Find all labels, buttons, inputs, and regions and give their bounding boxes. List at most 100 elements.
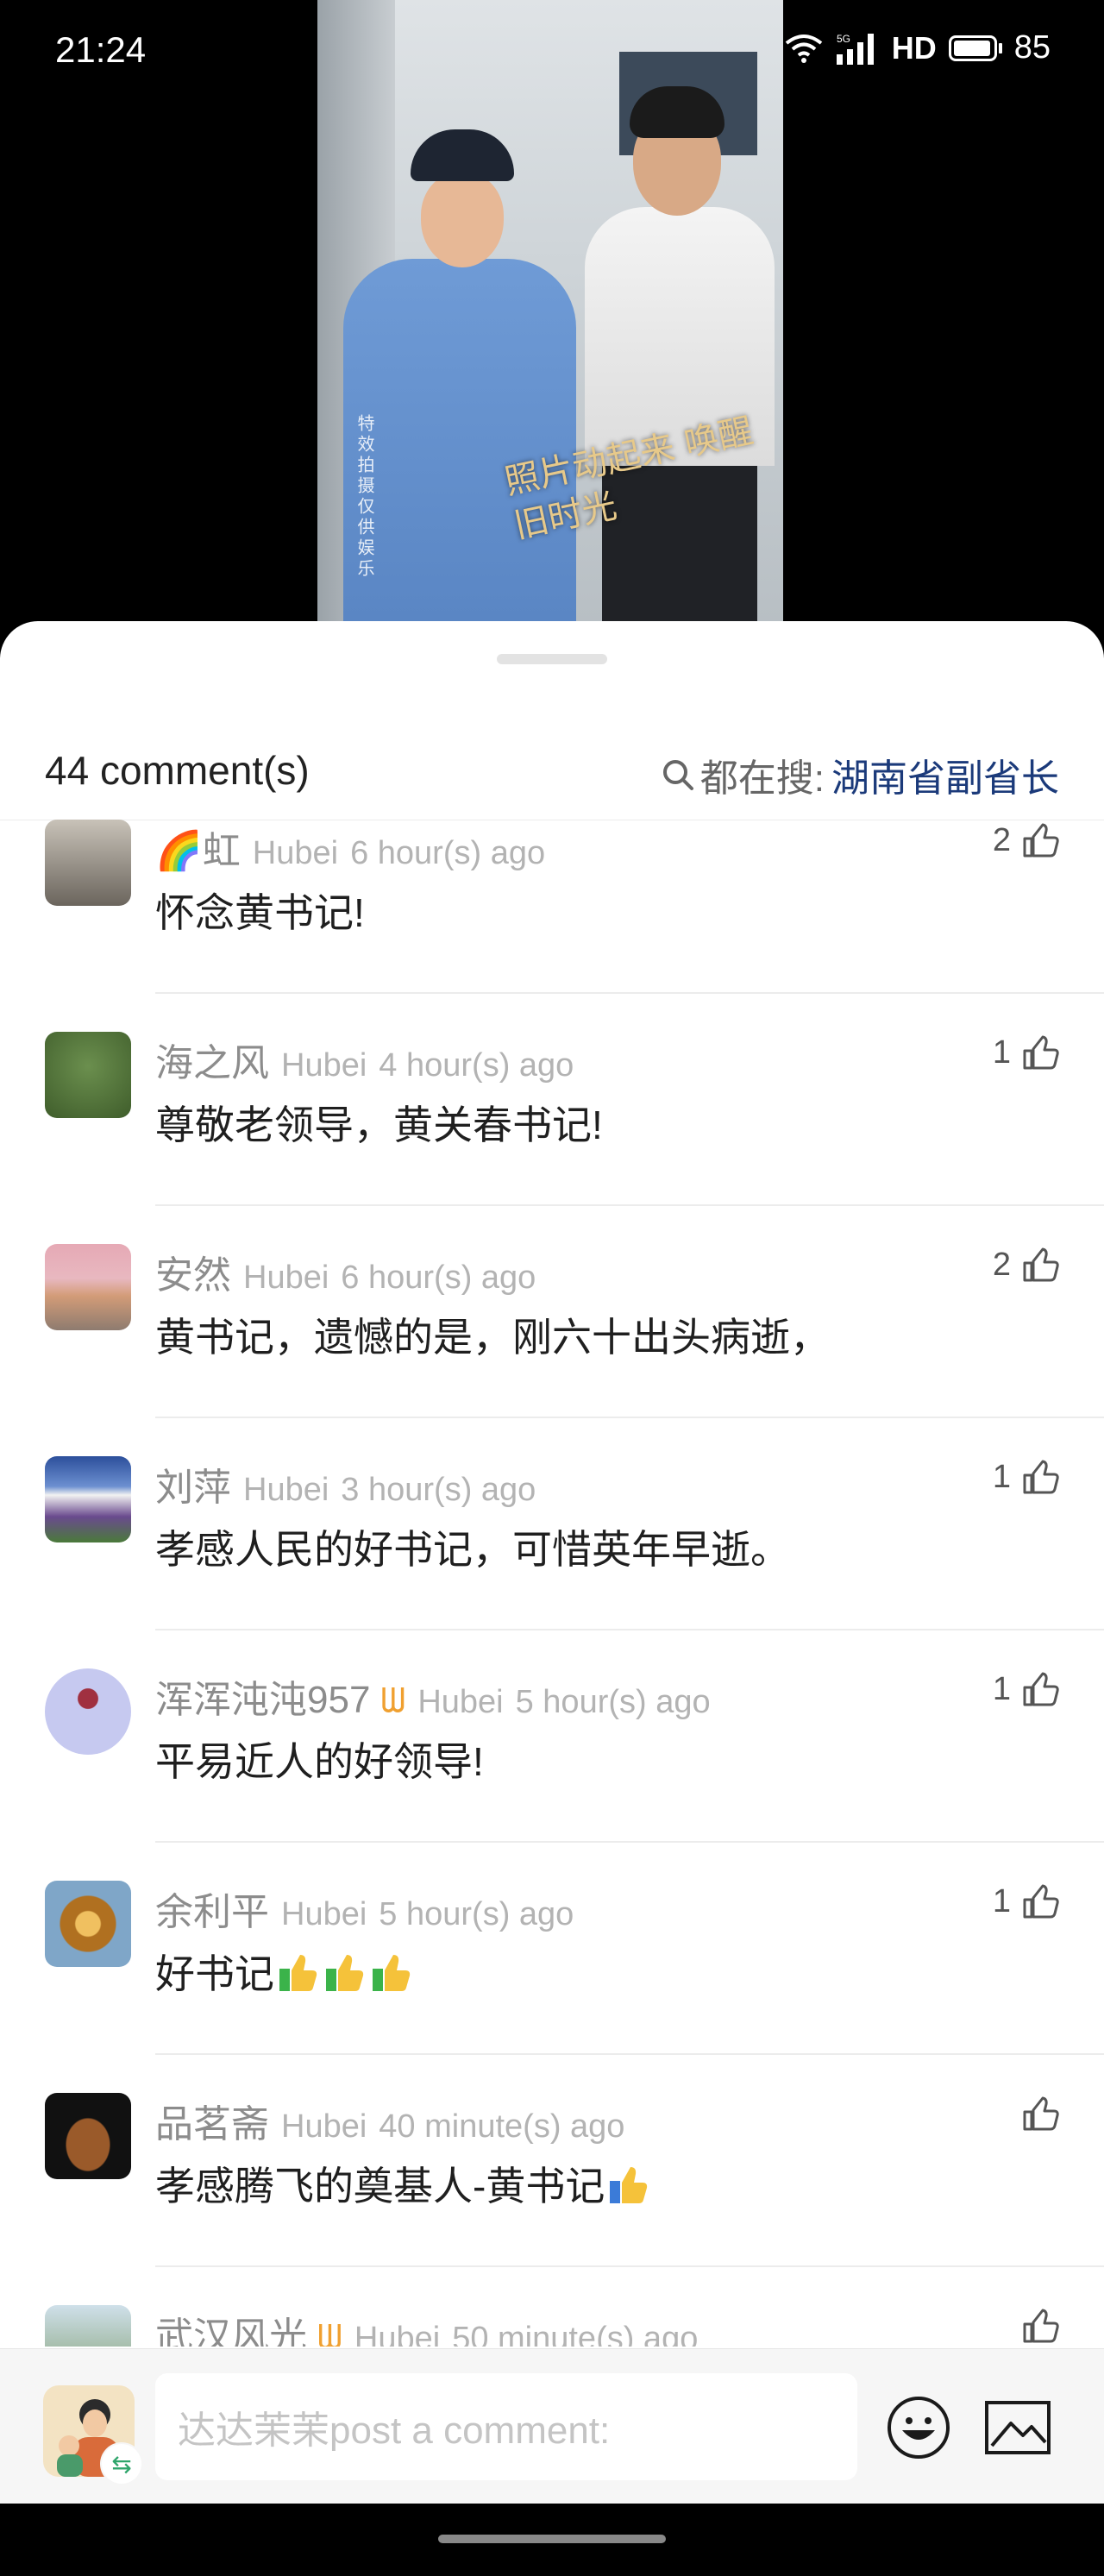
comment-count: 44 comment(s) [45, 748, 310, 793]
comment-location: Hubei [281, 1896, 367, 1932]
status-bar: 21:24 5G HD 85 [0, 0, 1104, 104]
comment-item[interactable]: 浑浑沌沌957 ᗯ Hubei 5 hour(s) ago 1 平易近人的好领导… [0, 1630, 1104, 1843]
like-button[interactable] [1021, 2095, 1059, 2133]
like-button[interactable] [1021, 2307, 1059, 2345]
thumbs-up-icon [1023, 2309, 1059, 2343]
comment-text: 平易近人的好领导! [155, 1739, 484, 1784]
comment-meta: 海之风 Hubei 4 hour(s) ago [155, 1032, 574, 1087]
battery-icon [948, 35, 997, 61]
thumbs-up-emoji-icon [279, 1955, 317, 1991]
avatar[interactable] [45, 1881, 131, 1967]
comment-text: 怀念黄书记! [155, 890, 365, 935]
video-vertical-caption: 特效拍摄仅供娱乐 [354, 414, 373, 580]
emoji-icon[interactable] [885, 2394, 952, 2461]
status-time: 21:24 [55, 29, 147, 70]
like-button[interactable]: 1 [993, 1670, 1059, 1708]
thumbs-up-icon [1023, 2096, 1059, 2131]
comment-text: 尊敬老领导，黄关春书记! [155, 1103, 603, 1147]
comment-author[interactable]: 武汉风光 [155, 2305, 307, 2347]
like-button[interactable]: 2 [993, 821, 1059, 859]
hot-search-label: 都在搜: [699, 757, 825, 800]
hd-badge: HD [891, 29, 937, 66]
comment-author[interactable]: 余利平 [155, 1881, 269, 1936]
signal-icon: 5G [836, 33, 874, 65]
comment-text-row: 好书记 [155, 1943, 414, 2000]
home-indicator[interactable] [438, 2535, 666, 2543]
comment-meta: 🌈虹 Hubei 6 hour(s) ago [155, 820, 545, 875]
like-button[interactable]: 1 [993, 1882, 1059, 1920]
avatar[interactable] [45, 1456, 131, 1542]
avatar[interactable] [45, 820, 131, 906]
vip-badge-icon: ᗯ [317, 2319, 342, 2347]
thumbs-up-icon [1023, 823, 1059, 858]
comment-meta: 浑浑沌沌957 ᗯ Hubei 5 hour(s) ago [155, 1668, 711, 1724]
comment-input-bar: ⇆ 达达茉茉post a comment: [0, 2348, 1104, 2504]
comment-meta: 安然 Hubei 6 hour(s) ago [155, 1244, 536, 1299]
comment-item[interactable]: 🌈虹 Hubei 6 hour(s) ago 2 怀念黄书记! [0, 820, 1104, 994]
thumbs-up-icon [1023, 1884, 1059, 1919]
status-icons: 5G HD 85 [785, 29, 1051, 66]
avatar[interactable] [45, 2305, 131, 2347]
comment-item[interactable]: 余利平 Hubei 5 hour(s) ago 1 好书记 [0, 1843, 1104, 2055]
sheet-drag-handle[interactable] [497, 654, 607, 664]
comment-time: 40 minute(s) ago [379, 2108, 625, 2145]
comment-author[interactable]: 海之风 [155, 1032, 269, 1087]
comment-item[interactable]: 品茗斋 Hubei 40 minute(s) ago 孝感腾飞的奠基人-黄书记 [0, 2055, 1104, 2267]
comment-time: 6 hour(s) ago [341, 1260, 536, 1296]
comment-item[interactable]: 海之风 Hubei 4 hour(s) ago 1 尊敬老领导，黄关春书记! [0, 994, 1104, 1206]
like-button[interactable]: 2 [993, 1246, 1059, 1284]
like-count: 1 [992, 1458, 1011, 1495]
avatar[interactable] [45, 1244, 131, 1330]
comment-location: Hubei [243, 1472, 329, 1508]
thumbs-up-icon [1023, 1672, 1059, 1706]
comment-location: Hubei [243, 1260, 329, 1296]
comment-author[interactable]: 浑浑沌沌957 [155, 1668, 370, 1724]
comment-author[interactable]: 安然 [155, 1244, 231, 1299]
thumbs-up-emoji-icon [326, 1955, 364, 1991]
comment-meta: 余利平 Hubei 5 hour(s) ago [155, 1881, 574, 1936]
battery-cap [998, 42, 1002, 53]
avatar[interactable] [45, 1668, 131, 1755]
like-count: 2 [992, 821, 1011, 858]
thumbs-up-emoji-icon [373, 1955, 411, 1991]
comment-item[interactable]: 武汉风光 ᗯ Hubei 50 minute(s) ago [0, 2267, 1104, 2347]
like-count: 1 [992, 1670, 1011, 1707]
system-nav-bar [0, 2504, 1104, 2576]
swap-account-icon[interactable]: ⇆ [102, 2444, 141, 2484]
thumbs-up-icon [1023, 1247, 1059, 1282]
hot-search-link[interactable]: 都在搜: 湖南省副省长 [661, 747, 1059, 802]
comments-header: 44 comment(s) 都在搜: 湖南省副省长 [0, 716, 1104, 820]
comment-location: Hubei [354, 2321, 441, 2347]
comment-location: Hubei [252, 835, 339, 871]
svg-text:5G: 5G [837, 33, 850, 45]
comment-time: 50 minute(s) ago [452, 2321, 699, 2347]
comment-time: 6 hour(s) ago [350, 835, 546, 871]
comment-list[interactable]: 🌈虹 Hubei 6 hour(s) ago 2 怀念黄书记! 海之风 Hube… [0, 820, 1104, 2347]
thumbs-up-icon [1023, 1460, 1059, 1494]
like-button[interactable]: 1 [993, 1034, 1059, 1071]
comment-meta: 品茗斋 Hubei 40 minute(s) ago [155, 2093, 624, 2148]
comment-time: 5 hour(s) ago [515, 1684, 711, 1720]
comment-item[interactable]: 安然 Hubei 6 hour(s) ago 2 黄书记，遗憾的是，刚六十出头病… [0, 1206, 1104, 1418]
avatar[interactable] [45, 2093, 131, 2179]
comment-text: 黄书记，遗憾的是，刚六十出头病逝， [155, 1315, 830, 1360]
hot-search-term[interactable]: 湖南省副省长 [831, 747, 1059, 802]
image-icon[interactable] [983, 2397, 1052, 2458]
comment-input[interactable]: 达达茉茉post a comment: [155, 2373, 857, 2480]
comment-item[interactable]: 刘萍 Hubei 3 hour(s) ago 1 孝感人民的好书记，可惜英年早逝… [0, 1418, 1104, 1630]
thumbs-up-icon [1023, 1035, 1059, 1070]
like-count: 1 [992, 1034, 1011, 1071]
like-button[interactable]: 1 [993, 1458, 1059, 1496]
thumbs-up-emoji-icon [610, 2167, 648, 2203]
comment-text: 好书记 [155, 1951, 274, 1996]
battery-level: 85 [1013, 29, 1051, 66]
video-person-officer [343, 129, 576, 621]
comment-author[interactable]: 刘萍 [155, 1456, 231, 1511]
avatar[interactable] [45, 1032, 131, 1118]
like-count: 2 [992, 1246, 1011, 1283]
comment-meta: 武汉风光 ᗯ Hubei 50 minute(s) ago [155, 2305, 698, 2347]
comment-author[interactable]: 🌈虹 [155, 820, 241, 875]
comment-time: 3 hour(s) ago [341, 1472, 536, 1508]
comment-author[interactable]: 品茗斋 [155, 2093, 269, 2148]
comment-time: 5 hour(s) ago [379, 1896, 574, 1932]
